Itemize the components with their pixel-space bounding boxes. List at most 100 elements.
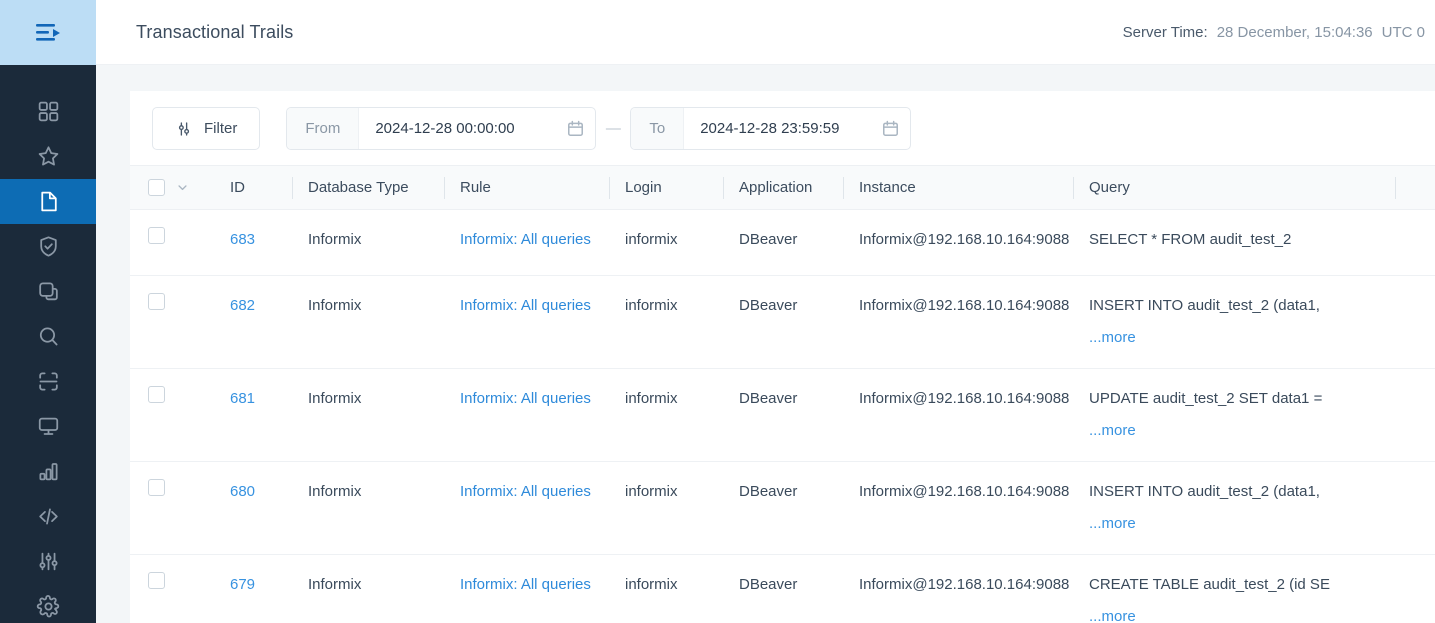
sidebar-item-audit-trails[interactable] [0, 179, 96, 224]
code-icon [38, 508, 58, 525]
cell-overflow [1395, 275, 1435, 369]
cell-query: INSERT INTO audit_test_2 (data1, ...more [1073, 275, 1395, 369]
server-time-zone: UTC 0 [1381, 23, 1425, 41]
cell-overflow [1395, 209, 1435, 276]
star-icon [38, 146, 58, 166]
rule-link[interactable]: Informix: All queries [460, 390, 591, 407]
to-date-field[interactable]: To 2024-12-28 23:59:59 [630, 107, 912, 150]
cell-query: SELECT * FROM audit_test_2 [1073, 209, 1395, 276]
row-checkbox[interactable] [148, 386, 165, 403]
to-date-input[interactable]: 2024-12-28 23:59:59 [684, 108, 870, 149]
table-row[interactable]: 680 Informix Informix: All queries informix… [130, 461, 1435, 555]
menu-expand-icon [36, 23, 60, 41]
id-link[interactable]: 681 [230, 390, 255, 407]
column-header-rule[interactable]: Rule [444, 165, 609, 210]
query-more-link[interactable]: ...more [1089, 329, 1136, 346]
cell-instance: Informix@192.168.10.164:9088 [843, 209, 1073, 276]
sidebar-nav [0, 65, 96, 623]
from-date-field[interactable]: From 2024-12-28 00:00:00 [286, 107, 597, 150]
cell-rule: Informix: All queries [444, 275, 609, 369]
sidebar-item-preferences[interactable] [0, 584, 96, 623]
cell-login: informix [609, 209, 723, 276]
query-text: CREATE TABLE audit_test_2 (id SE [1089, 576, 1330, 593]
id-link[interactable]: 682 [230, 297, 255, 314]
table-row[interactable]: 681 Informix Informix: All queries informix… [130, 368, 1435, 462]
id-link[interactable]: 683 [230, 231, 255, 248]
audit-table-scroll[interactable]: ID Database Type Rule Login Application … [130, 165, 1435, 623]
sidebar-item-settings[interactable] [0, 539, 96, 584]
cell-login: informix [609, 461, 723, 555]
sidebar-item-dashboard[interactable] [0, 89, 96, 134]
from-label: From [287, 108, 360, 149]
column-header-query[interactable]: Query [1073, 165, 1395, 210]
menu-expand-button[interactable] [0, 0, 96, 65]
cell-overflow [1395, 461, 1435, 555]
row-select-cell [130, 554, 214, 623]
cell-database-type: Informix [292, 275, 444, 369]
column-header-database-type[interactable]: Database Type [292, 165, 444, 210]
cell-database-type: Informix [292, 554, 444, 623]
rule-link[interactable]: Informix: All queries [460, 297, 591, 314]
cell-login: informix [609, 275, 723, 369]
column-header-application[interactable]: Application [723, 165, 843, 210]
filter-button[interactable]: Filter [152, 107, 261, 150]
from-calendar-button[interactable] [555, 108, 595, 149]
cell-login: informix [609, 368, 723, 462]
row-checkbox[interactable] [148, 227, 165, 244]
rule-link[interactable]: Informix: All queries [460, 483, 591, 500]
sidebar-item-monitors[interactable] [0, 404, 96, 449]
table-row[interactable]: 682 Informix Informix: All queries informix… [130, 275, 1435, 369]
cell-application: DBeaver [723, 461, 843, 555]
id-link[interactable]: 680 [230, 483, 255, 500]
query-more-link[interactable]: ...more [1089, 515, 1136, 532]
monitor-icon [38, 417, 58, 435]
app-root: Transactional Trails Server Time: 28 Dec… [0, 0, 1435, 623]
sidebar-item-copies[interactable] [0, 269, 96, 314]
cell-database-type: Informix [292, 461, 444, 555]
scan-frame-icon [38, 372, 58, 391]
select-all-checkbox[interactable] [148, 179, 165, 196]
table-row[interactable]: 683 Informix Informix: All queries informix… [130, 209, 1435, 276]
sidebar-item-reports[interactable] [0, 449, 96, 494]
table-row[interactable]: 679 Informix Informix: All queries informix… [130, 554, 1435, 623]
query-more-link[interactable]: ...more [1089, 422, 1136, 439]
sidebar-item-scan[interactable] [0, 359, 96, 404]
column-header-id[interactable]: ID [214, 165, 292, 210]
chevron-down-icon[interactable] [175, 180, 190, 195]
column-header-login[interactable]: Login [609, 165, 723, 210]
cell-application: DBeaver [723, 554, 843, 623]
sidebar-item-security[interactable] [0, 224, 96, 269]
cell-rule: Informix: All queries [444, 554, 609, 623]
from-date-input[interactable]: 2024-12-28 00:00:00 [359, 108, 555, 149]
cell-application: DBeaver [723, 275, 843, 369]
filter-label: Filter [204, 120, 238, 137]
content-area: Filter From 2024-12-28 00:00:00 — To 202… [96, 65, 1435, 623]
row-select-cell [130, 275, 214, 369]
audit-table: ID Database Type Rule Login Application … [130, 165, 1435, 623]
sidebar-item-favorites[interactable] [0, 134, 96, 179]
query-text: SELECT * FROM audit_test_2 [1089, 231, 1292, 248]
document-icon [40, 191, 57, 212]
query-text: INSERT INTO audit_test_2 (data1, [1089, 483, 1320, 500]
topbar: Transactional Trails Server Time: 28 Dec… [96, 0, 1435, 65]
cell-login: informix [609, 554, 723, 623]
cell-query: UPDATE audit_test_2 SET data1 = ...more [1073, 368, 1395, 462]
row-checkbox[interactable] [148, 479, 165, 496]
cell-instance: Informix@192.168.10.164:9088 [843, 461, 1073, 555]
cell-overflow [1395, 554, 1435, 623]
column-header-instance[interactable]: Instance [843, 165, 1073, 210]
row-checkbox[interactable] [148, 572, 165, 589]
to-label: To [631, 108, 685, 149]
rule-link[interactable]: Informix: All queries [460, 576, 591, 593]
calendar-icon [882, 120, 898, 136]
sidebar-item-api[interactable] [0, 494, 96, 539]
to-calendar-button[interactable] [870, 108, 910, 149]
rule-link[interactable]: Informix: All queries [460, 231, 591, 248]
query-more-link[interactable]: ...more [1089, 608, 1136, 623]
id-link[interactable]: 679 [230, 576, 255, 593]
row-checkbox[interactable] [148, 293, 165, 310]
bar-chart-icon [38, 463, 58, 481]
sidebar-item-discovery[interactable] [0, 314, 96, 359]
filter-toolbar: Filter From 2024-12-28 00:00:00 — To 202… [130, 91, 1435, 165]
audit-panel: Filter From 2024-12-28 00:00:00 — To 202… [130, 91, 1435, 623]
